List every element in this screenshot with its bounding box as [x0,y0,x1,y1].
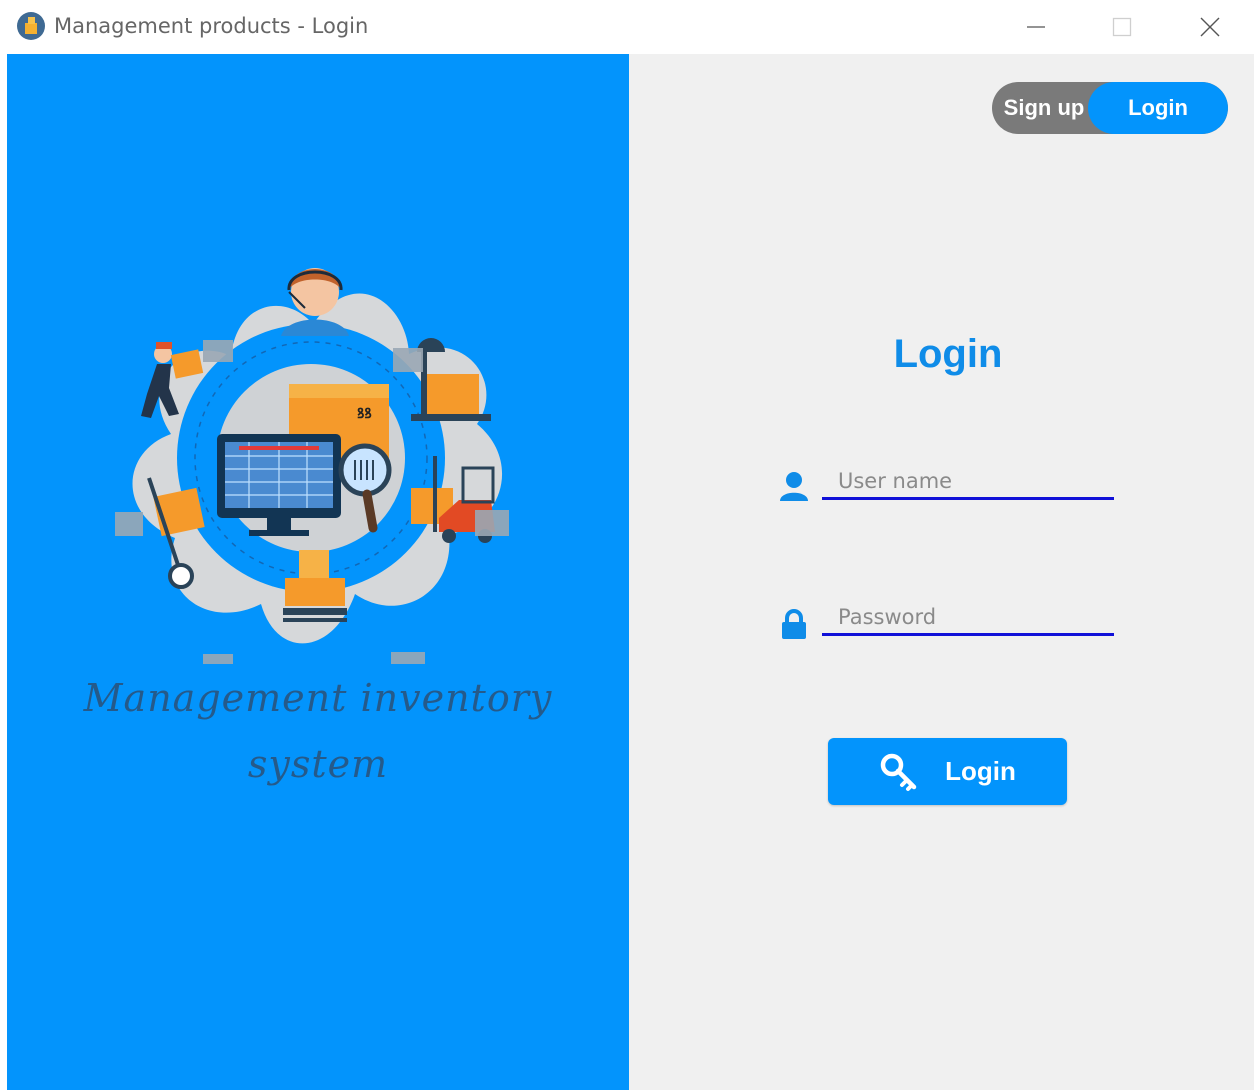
brand-tagline-line2: system [247,742,389,786]
maximize-icon [1112,17,1132,37]
form-title: Login [893,332,1003,376]
signup-login-toggle[interactable]: Sign up Login [992,82,1228,134]
brand-tagline-line1: Management inventory [83,676,553,720]
title-bar[interactable]: Management products - Login [0,0,1254,54]
login-tab[interactable]: Login [1088,82,1228,134]
password-input[interactable] [822,600,1114,636]
brand-panel: ꝸꝸ Management inventory system [7,54,629,1090]
window-title: Management products - Login [54,14,369,38]
svg-text:ꝸꝸ: ꝸꝸ [357,406,372,422]
user-icon [780,472,808,501]
close-icon [1200,17,1220,37]
signup-tab[interactable]: Sign up [992,82,1096,134]
minimize-icon [1027,26,1045,28]
login-button-label: Login [945,756,1016,786]
close-button[interactable] [1182,6,1238,48]
login-panel: Sign up Login Login Login [629,54,1254,1090]
inventory-app-icon [17,12,45,40]
maximize-button[interactable] [1094,6,1150,48]
key-icon [880,753,917,791]
username-input[interactable] [822,464,1114,500]
minimize-button[interactable] [1008,6,1064,48]
login-window: Management products - Login ꝸꝸ Managemen… [0,0,1254,1090]
login-button[interactable]: Login [828,738,1067,805]
inventory-management-illustration: ꝸꝸ [115,268,509,664]
lock-icon [782,609,806,639]
